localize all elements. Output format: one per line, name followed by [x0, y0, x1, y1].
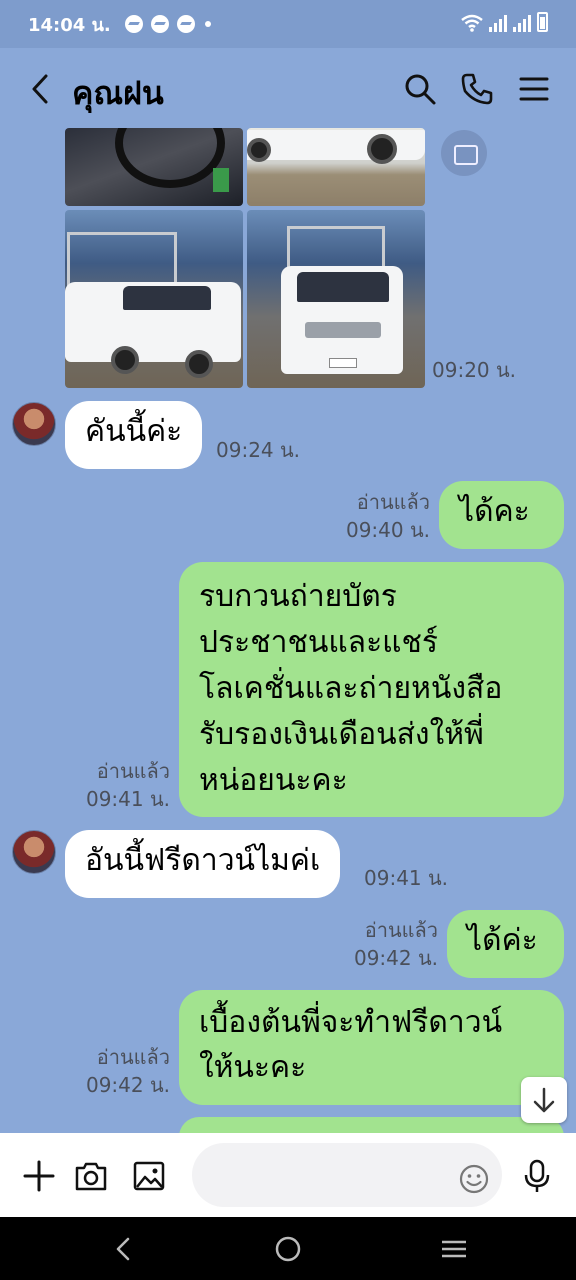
status-bar: 14:04 น.: [0, 0, 576, 48]
message-time: 09:41 น.: [364, 866, 449, 890]
chat-title: คุณฝน: [72, 74, 164, 112]
scroll-to-bottom-button[interactable]: [521, 1077, 567, 1123]
message-time: 09:20 น.: [432, 358, 517, 382]
image-icon[interactable]: [132, 1159, 166, 1193]
message-time: 09:41 น.: [85, 787, 170, 811]
chat-area[interactable]: 09:20 น. คันนี้ค่ะ 09:24 น. อ่านแล้ว 09:…: [0, 128, 576, 1133]
phone-icon[interactable]: [460, 72, 494, 106]
photo-thumbnail[interactable]: [247, 210, 425, 388]
camera-icon[interactable]: [74, 1159, 108, 1193]
message-time: 09:24 น.: [216, 438, 301, 462]
arrow-down-icon: [533, 1087, 555, 1113]
messenger-notification-icon: [150, 15, 169, 33]
photo-thumbnail[interactable]: [247, 128, 425, 206]
signal-icon: [513, 14, 531, 32]
read-receipt: อ่านแล้ว: [356, 490, 430, 514]
message-input[interactable]: [192, 1143, 502, 1207]
photo-thumbnail[interactable]: [65, 128, 243, 206]
signal-icon: [489, 14, 507, 32]
message-time: 09:42 น.: [353, 946, 438, 970]
message-line: หน่อยนะคะ: [199, 763, 348, 798]
messenger-notification-icon: [176, 15, 195, 33]
search-icon[interactable]: [403, 72, 437, 106]
system-nav-bar: [0, 1217, 576, 1280]
menu-icon[interactable]: [517, 72, 551, 106]
wifi-icon: [461, 14, 483, 32]
chevron-left-icon[interactable]: [26, 72, 56, 106]
avatar[interactable]: [12, 830, 56, 874]
share-icon[interactable]: [441, 130, 487, 176]
message-line: รบกวนถ่ายบัตร: [199, 579, 397, 614]
message-line: รับรองเงินเดือนส่งให้พี่: [199, 717, 484, 752]
plus-icon[interactable]: [22, 1159, 56, 1193]
messenger-notification-icon: [124, 15, 143, 33]
nav-back-icon[interactable]: [110, 1235, 138, 1263]
battery-icon: [537, 12, 548, 32]
mic-icon[interactable]: [521, 1159, 553, 1193]
message-time: 09:42 น.: [85, 1073, 170, 1097]
message-input-bar: [0, 1133, 576, 1217]
message-line: โลเคชั่นและถ่ายหนังสือ: [199, 671, 503, 706]
message-line: เบื้องต้นพี่จะทำฟรีดาวน์: [199, 1005, 503, 1040]
nav-recents-icon[interactable]: [440, 1235, 468, 1263]
message-line: ให้นะคะ: [199, 1050, 307, 1085]
message-bubble-incoming[interactable]: อันนี้ฟรีดาวน์ไมค่เ: [65, 830, 341, 898]
message-bubble-outgoing[interactable]: ได้ค่ะ: [447, 910, 564, 978]
message-bubble-outgoing[interactable]: [179, 1117, 564, 1133]
read-receipt: อ่านแล้ว: [364, 918, 438, 942]
message-bubble-outgoing[interactable]: เบื้องต้นพี่จะทำฟรีดาวน์ ให้นะคะ: [179, 990, 564, 1105]
message-bubble-outgoing[interactable]: รบกวนถ่ายบัตร ประชาชนและแชร์ โลเคชั่นและ…: [179, 562, 564, 817]
message-line: ประชาชนและแชร์: [199, 625, 438, 660]
message-bubble-incoming[interactable]: คันนี้ค่ะ: [65, 401, 203, 469]
read-receipt: อ่านแล้ว: [96, 759, 170, 783]
more-notifications-icon: [204, 21, 211, 27]
chat-header: คุณฝน: [0, 48, 576, 132]
photo-thumbnail[interactable]: [65, 210, 243, 388]
message-time: 09:40 น.: [345, 518, 430, 542]
read-receipt: อ่านแล้ว: [96, 1045, 170, 1069]
status-time: 14:04 น.: [28, 14, 111, 36]
emoji-icon[interactable]: [458, 1163, 490, 1195]
nav-home-icon[interactable]: [274, 1235, 302, 1263]
message-bubble-outgoing[interactable]: ได้คะ: [439, 481, 564, 549]
avatar[interactable]: [12, 402, 56, 446]
